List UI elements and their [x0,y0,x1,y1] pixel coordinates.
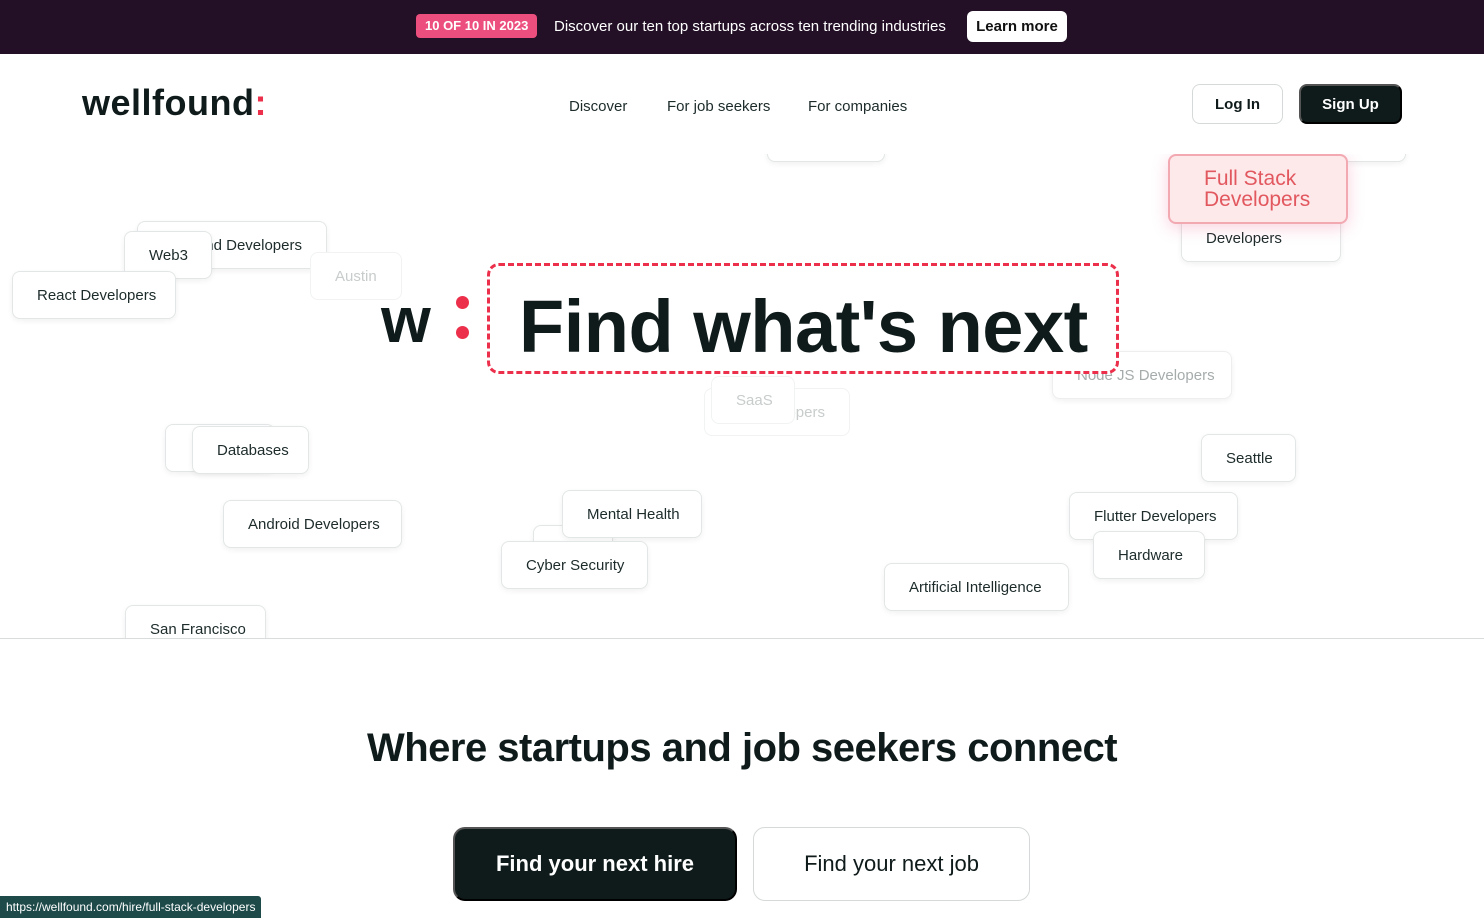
hero-tag-full-stack-developers[interactable]: Full Stack Developers [1168,154,1348,224]
hero-tag-hidden[interactable] [1340,154,1406,162]
find-job-button[interactable]: Find your next job [753,827,1030,901]
hero-tag-databases[interactable]: Databases [192,426,309,474]
tagline: Where startups and job seekers connect [366,726,1118,770]
promo-banner: 10 OF 10 IN 2023 Discover our ten top st… [0,0,1484,54]
learn-more-button[interactable]: Learn more [967,11,1067,42]
wellfound-logo[interactable]: wellfound: [82,82,267,124]
hero-tag-react-developers[interactable]: React Developers [12,271,176,319]
nav-job-seekers[interactable]: For job seekers [667,98,770,115]
nav-discover[interactable]: Discover [569,98,627,115]
promo-badge: 10 OF 10 IN 2023 [416,14,538,38]
hero-tag-seattle[interactable]: Seattle [1201,434,1296,482]
hero-tag-san-francisco[interactable]: San Francisco [125,605,266,638]
promo-text: Discover our ten top startups across ten… [554,18,946,35]
hero-tag-hidden[interactable] [767,154,885,162]
hero-section: nd Developers Austin Web3 React Develope… [0,154,1484,638]
hero-w-mark: w [381,284,431,356]
login-button[interactable]: Log In [1192,84,1283,124]
hero-tag-cyber-security[interactable]: Cyber Security [501,541,648,589]
hero-tag-hardware[interactable]: Hardware [1093,531,1205,579]
signup-button[interactable]: Sign Up [1299,84,1402,124]
hero-tag-android-developers[interactable]: Android Developers [223,500,402,548]
logo-text: wellfound [82,82,255,123]
section-divider [0,638,1484,639]
hero-tag-artificial-intelligence[interactable]: Artificial Intelligence [884,563,1069,611]
find-hire-button[interactable]: Find your next hire [453,827,737,901]
logo-colon: : [254,82,267,123]
hero-dot-bottom [456,326,469,339]
hero-title: Find what's next [519,285,1088,368]
status-bar-url: https://wellfound.com/hire/full-stack-de… [0,896,262,918]
hero-dot-top [456,296,469,309]
nav-companies[interactable]: For companies [808,98,907,115]
hero-tag-saas[interactable]: SaaS [711,376,795,424]
hero-tag-mental-health[interactable]: Mental Health [562,490,702,538]
